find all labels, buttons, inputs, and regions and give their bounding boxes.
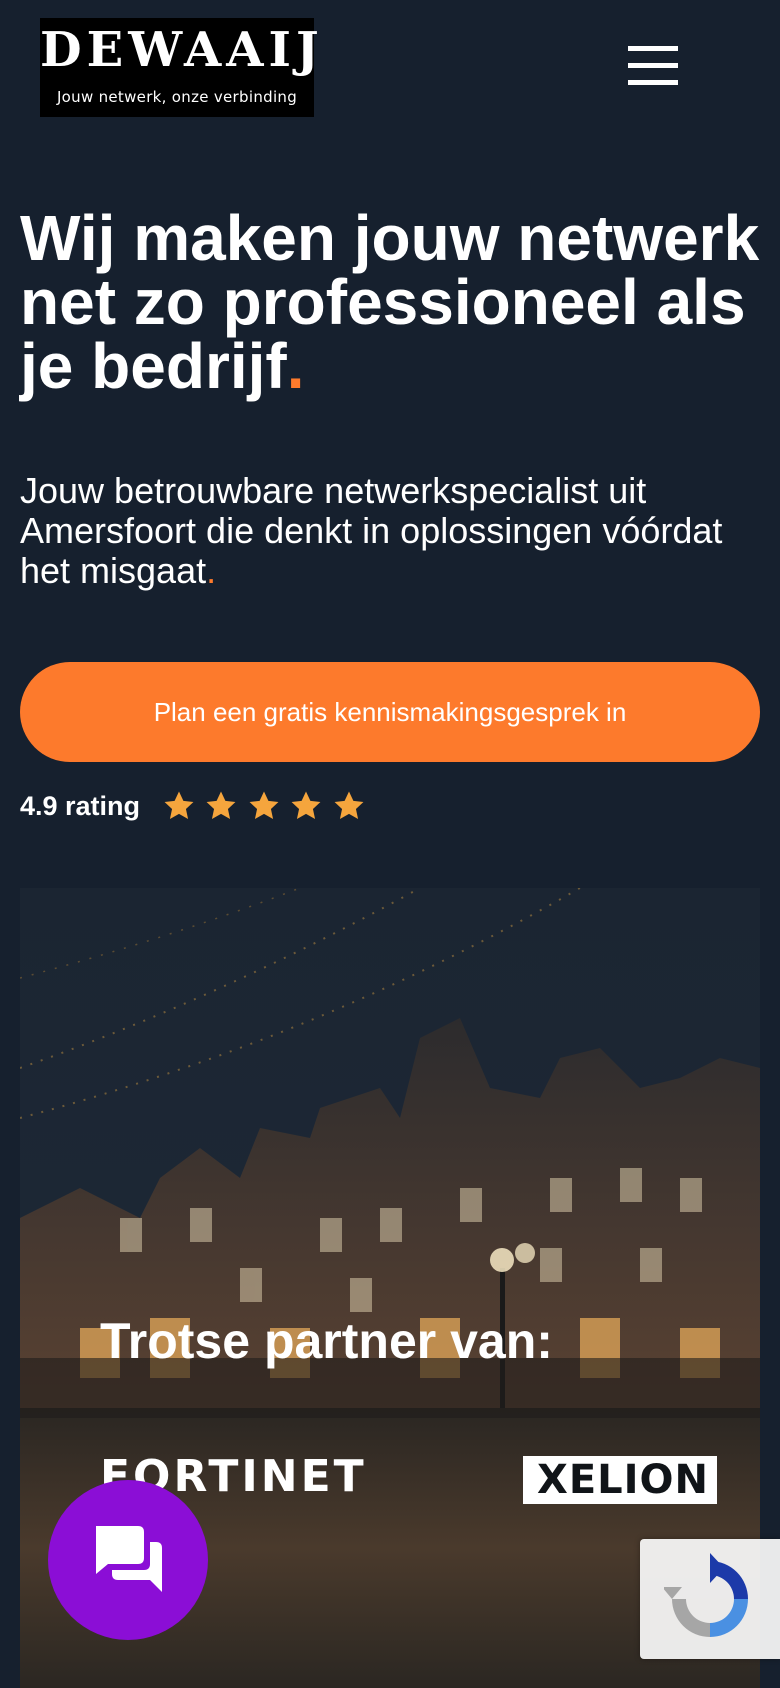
chat-bubbles-icon [96, 1526, 162, 1592]
hero-title: Wij maken jouw netwerk net zo profession… [20, 206, 770, 398]
menu-bar [628, 46, 678, 51]
star-icon [334, 791, 364, 820]
rating-stars [162, 789, 370, 823]
star-icon [207, 791, 236, 820]
hamburger-menu-icon[interactable] [622, 42, 684, 88]
rating-label: 4.9 rating [20, 791, 141, 821]
recaptcha-icon [664, 1553, 748, 1637]
star-icon [164, 791, 194, 820]
hero-title-text: Wij maken jouw netwerk net zo profession… [20, 202, 760, 402]
menu-bar [628, 63, 678, 68]
logo-wordmark: DEWAAIJ [40, 22, 324, 78]
recaptcha-badge[interactable] [640, 1539, 780, 1659]
xelion-logo: XELION [523, 1456, 718, 1504]
logo-tagline: Jouw netwerk, onze verbinding [56, 88, 298, 106]
plan-meeting-button[interactable]: Plan een gratis kennismakingsgesprek in [20, 662, 760, 762]
chat-launcher-button[interactable] [48, 1480, 208, 1640]
star-icon [249, 791, 279, 820]
menu-bar [628, 80, 678, 85]
hero-subtitle-accent: . [206, 550, 217, 591]
hero-title-accent: . [286, 330, 305, 402]
partners-heading: Trotse partner van: [100, 1313, 553, 1369]
hero-subtitle: Jouw betrouwbare netwerkspecialist uit A… [20, 471, 760, 591]
site-logo[interactable]: DEWAAIJ Jouw netwerk, onze verbinding [40, 18, 324, 117]
star-icon [291, 791, 321, 820]
hero-subtitle-text: Jouw betrouwbare netwerkspecialist uit A… [20, 470, 723, 591]
